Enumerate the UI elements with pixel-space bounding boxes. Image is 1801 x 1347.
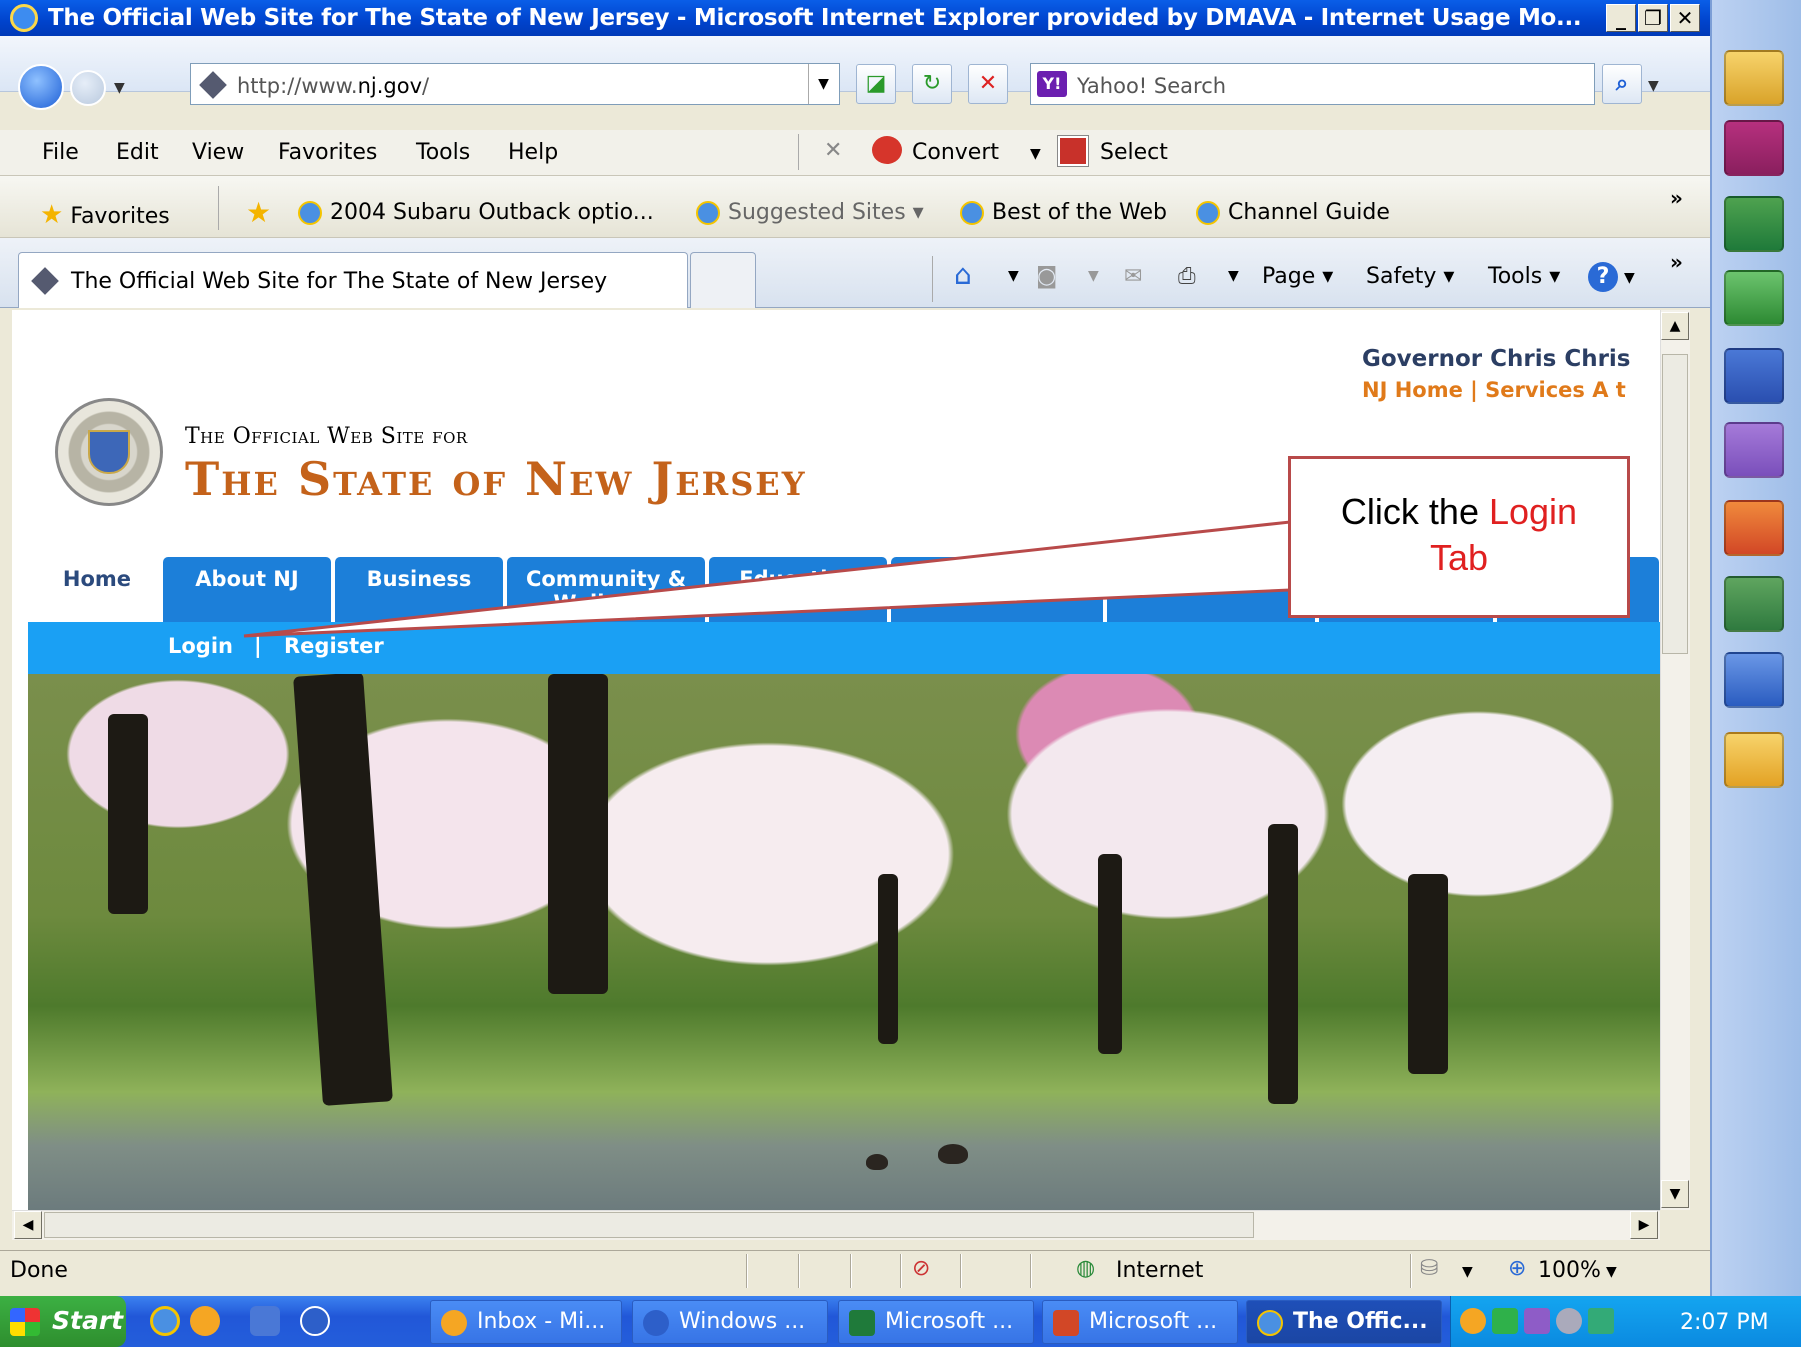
security-zone: Internet — [1116, 1258, 1204, 1283]
desktop-quicklaunch-icon[interactable] — [250, 1306, 280, 1336]
internet-zone-icon: ◍ — [1076, 1256, 1096, 1281]
start-button[interactable]: Start — [0, 1296, 126, 1347]
task-powerpoint[interactable]: Microsoft ... — [1042, 1300, 1238, 1344]
office-powerpoint-icon[interactable] — [1724, 500, 1784, 556]
office-document-icon[interactable] — [1724, 576, 1784, 632]
status-divider — [1030, 1254, 1032, 1288]
callout-pointer — [243, 520, 1292, 638]
tray-outlook-icon[interactable] — [1460, 1308, 1486, 1334]
protected-mode-icon[interactable]: ⛁ — [1420, 1256, 1438, 1281]
ie-quicklaunch-icon[interactable] — [150, 1306, 180, 1336]
status-divider — [746, 1254, 748, 1288]
status-divider — [900, 1254, 902, 1288]
office-excel-icon[interactable] — [1724, 196, 1784, 252]
vertical-scroll-thumb[interactable] — [1662, 354, 1688, 654]
office-outlook-icon[interactable] — [1724, 348, 1784, 404]
scroll-down-button[interactable]: ▼ — [1661, 1180, 1689, 1208]
horizontal-scroll-thumb[interactable] — [44, 1212, 1254, 1238]
status-divider — [960, 1254, 962, 1288]
zoom-icon[interactable]: ⊕ — [1508, 1256, 1526, 1281]
office-shortcut-bar — [1710, 0, 1801, 1296]
scroll-up-button[interactable]: ▲ — [1661, 312, 1689, 340]
scroll-right-button[interactable]: ▶ — [1630, 1211, 1658, 1239]
office-key-icon[interactable] — [1724, 120, 1784, 176]
status-bar — [0, 1250, 1710, 1292]
scroll-left-button[interactable]: ◀ — [14, 1211, 42, 1239]
office-word-icon[interactable] — [1724, 652, 1784, 708]
office-publisher-icon[interactable] — [1724, 270, 1784, 326]
status-divider — [850, 1254, 852, 1288]
clock[interactable]: 2:07 PM — [1680, 1310, 1769, 1335]
tray-settings-icon[interactable] — [1556, 1308, 1582, 1334]
status-divider — [798, 1254, 800, 1288]
outlook-icon — [441, 1310, 467, 1336]
instruction-callout: Click the Login Tab — [1288, 456, 1630, 618]
media-quicklaunch-icon[interactable] — [300, 1306, 330, 1336]
status-text: Done — [10, 1258, 68, 1283]
tray-onenote-icon[interactable] — [1524, 1308, 1550, 1334]
callout-pointer-shape — [243, 520, 1292, 638]
media-player-icon — [643, 1310, 669, 1336]
task-ie-active[interactable]: The Offic... — [1246, 1300, 1442, 1344]
tray-check-icon[interactable] — [1492, 1308, 1518, 1334]
excel-icon — [849, 1310, 875, 1336]
office-onenote-icon[interactable] — [1724, 422, 1784, 478]
powerpoint-icon — [1053, 1310, 1079, 1336]
tray-network-icon[interactable] — [1588, 1308, 1614, 1334]
outlook-quicklaunch-icon[interactable] — [190, 1306, 220, 1336]
task-excel[interactable]: Microsoft ... — [838, 1300, 1034, 1344]
privacy-icon[interactable]: ⊘ — [912, 1256, 930, 1281]
office-calendar-icon[interactable] — [1724, 50, 1784, 106]
zoom-dropdown-icon[interactable]: ▼ — [1606, 1264, 1617, 1280]
zoom-level[interactable]: 100% — [1538, 1258, 1601, 1283]
ie-icon — [1257, 1310, 1283, 1336]
office-reminder-icon[interactable] — [1724, 732, 1784, 788]
status-divider — [1410, 1254, 1412, 1288]
task-windows[interactable]: Windows ... — [632, 1300, 828, 1344]
task-inbox[interactable]: Inbox - Mi... — [430, 1300, 622, 1344]
windows-logo-icon — [10, 1308, 40, 1336]
protected-mode-dropdown-icon[interactable]: ▼ — [1462, 1264, 1473, 1280]
